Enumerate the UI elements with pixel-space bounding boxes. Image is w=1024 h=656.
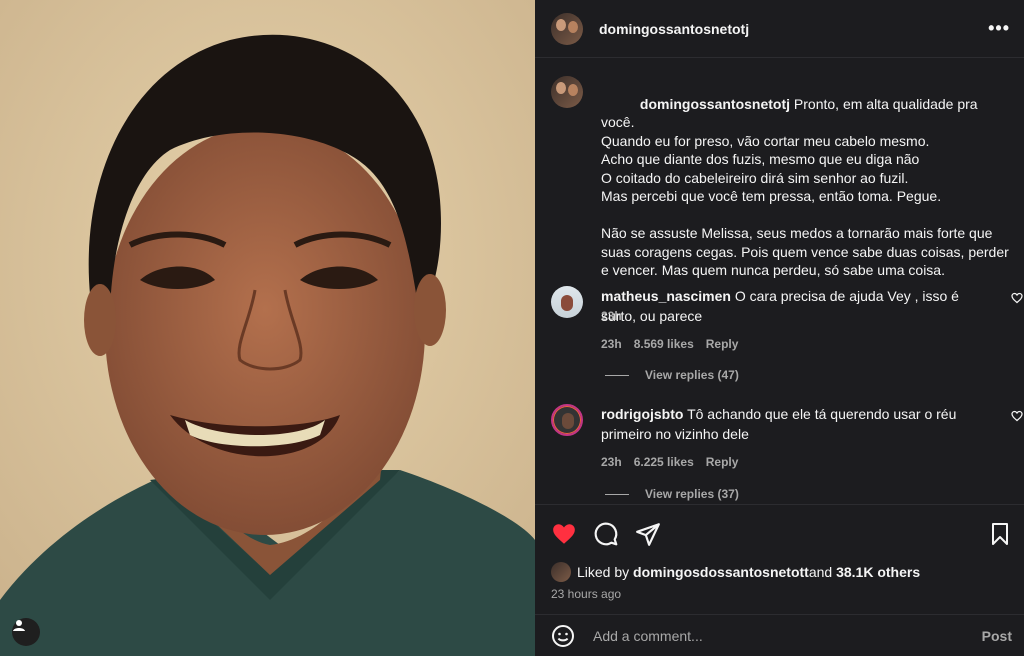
comment-reply-button[interactable]: Reply [706, 334, 739, 354]
comment-likes[interactable]: 8.569 likes [634, 334, 694, 354]
comment-meta: 23h 6.225 likes Reply [601, 452, 996, 472]
action-bar [535, 504, 1024, 562]
comment-likes[interactable]: 6.225 likes [634, 452, 694, 472]
post-comment-button[interactable]: Post [982, 628, 1012, 644]
comment-item: rodrigojsbto Tô achando que ele tá quere… [551, 404, 1023, 472]
comments-area[interactable]: domingossantosnetotj Pronto, em alta qua… [535, 58, 1024, 504]
comment-meta: 23h 8.569 likes Reply [601, 334, 996, 354]
more-icon[interactable]: ••• [988, 18, 1010, 39]
author-avatar[interactable] [551, 12, 583, 45]
view-replies-button[interactable]: View replies (37) [605, 487, 739, 501]
comment-icon[interactable] [593, 521, 619, 547]
comment-username[interactable]: matheus_nascimen [601, 288, 731, 304]
caption-username[interactable]: domingossantosnetotj [640, 96, 790, 112]
comment-username[interactable]: rodrigojsbto [601, 406, 683, 422]
comment-body: rodrigojsbto Tô achando que ele tá quere… [601, 404, 996, 472]
post-side-panel: domingossantosnetotj ••• domingossantosn… [535, 0, 1024, 656]
comment-like-heart-icon[interactable] [1011, 292, 1023, 304]
author-username[interactable]: domingossantosnetotj [599, 21, 749, 37]
comment-like-heart-icon[interactable] [1011, 410, 1023, 422]
view-replies-label[interactable]: View replies (47) [645, 368, 739, 382]
emoji-icon[interactable] [551, 624, 575, 648]
comment-time: 23h [601, 337, 622, 351]
liked-by-others[interactable]: 38.1K others [836, 564, 920, 580]
likes-section: Liked by domingosdossantosnetott and 38.… [535, 562, 1024, 614]
post-image [0, 0, 535, 656]
share-icon[interactable] [635, 521, 661, 547]
post-photo[interactable] [0, 0, 535, 656]
liked-by-line: Liked by domingosdossantosnetott and 38.… [551, 562, 1008, 582]
liked-by-prefix: Liked by [577, 564, 630, 580]
liked-by-user[interactable]: domingosdossantosnetott [633, 564, 809, 580]
liker-avatar[interactable] [551, 562, 571, 582]
comment-input[interactable]: Add a comment... [593, 628, 703, 644]
add-comment-bar: Add a comment... Post [535, 614, 1024, 656]
heart-icon[interactable] [551, 521, 577, 547]
caption-avatar[interactable] [551, 76, 583, 108]
user-tag-icon [13, 620, 25, 631]
tagged-users-button[interactable] [12, 618, 40, 646]
caption-text: Pronto, em alta qualidade pra você. Quan… [601, 95, 1009, 279]
comment-item: matheus_nascimen O cara precisa de ajuda… [551, 286, 1023, 354]
post-time-ago[interactable]: 23 hours ago [551, 587, 1008, 601]
comment-time: 23h [601, 455, 622, 469]
view-replies-button[interactable]: View replies (47) [605, 368, 739, 382]
comment-body: matheus_nascimen O cara precisa de ajuda… [601, 286, 996, 354]
instagram-post-view: domingossantosnetotj ••• domingossantosn… [0, 0, 1024, 656]
replies-divider [605, 374, 629, 376]
replies-divider [605, 493, 629, 495]
view-replies-label[interactable]: View replies (37) [645, 487, 739, 501]
comment-reply-button[interactable]: Reply [706, 452, 739, 472]
post-header: domingossantosnetotj ••• [535, 0, 1024, 58]
liked-by-and: and [808, 564, 833, 580]
bookmark-icon[interactable] [988, 522, 1012, 546]
comment-avatar[interactable] [551, 404, 583, 436]
comment-avatar[interactable] [551, 286, 583, 318]
